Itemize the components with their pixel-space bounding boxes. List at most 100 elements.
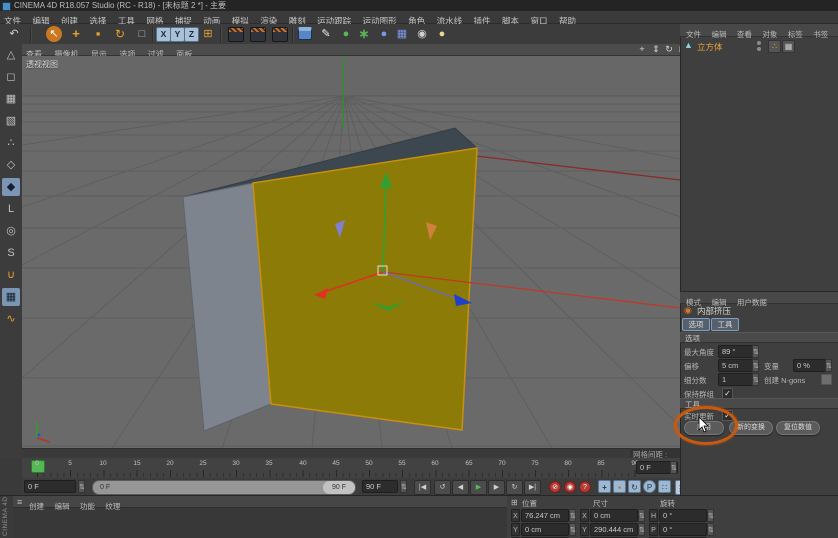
am-menu-user-data[interactable]: 用户数据 [737, 297, 767, 309]
position-x-field[interactable]: 76.247 cm [521, 509, 569, 522]
scale-tool-icon[interactable]: ▪ [90, 26, 106, 42]
uvw-tag-icon[interactable]: ▦ [782, 40, 795, 53]
size-x-field[interactable]: 0 cm [590, 509, 638, 522]
spline-pen-icon[interactable]: ✎ [318, 26, 334, 42]
goto-start-button[interactable]: |◀ [414, 480, 431, 495]
max-angle-field[interactable]: 89 ° [718, 345, 754, 358]
goto-end-button[interactable]: ▶| [524, 480, 541, 495]
variance-field[interactable]: 0 % [793, 359, 827, 372]
current-frame-field[interactable]: 0 F [24, 480, 76, 493]
coordinate-system-icon[interactable]: ⊞ [200, 26, 216, 42]
viewport-zoom-icon[interactable]: ⇕ [650, 44, 662, 55]
phong-tag-icon[interactable]: ∴ [768, 40, 781, 53]
materials-menu-texture[interactable]: 纹理 [105, 501, 120, 513]
current-frame-stepper[interactable]: ⇅ [78, 480, 85, 493]
subdivision-surface-icon[interactable]: ● [338, 26, 354, 42]
position-y-field[interactable]: 0 cm [521, 523, 569, 536]
range-end-handle[interactable]: 90 F [323, 481, 355, 494]
rotation-h-field[interactable]: 0 ° [659, 509, 707, 522]
constraint-icon[interactable]: ∿ [2, 310, 20, 328]
viewport-canvas[interactable] [22, 56, 680, 448]
points-mode-icon[interactable]: ∴ [2, 134, 20, 152]
offset-stepper[interactable]: ⇅ [752, 359, 759, 372]
size-y-field[interactable]: 290.444 cm [590, 523, 638, 536]
timeline-range-slider[interactable]: 0 F 90 F [92, 480, 356, 495]
tab-options[interactable]: 选项 [682, 318, 710, 331]
position-x-stepper[interactable]: ⇅ [569, 509, 576, 522]
viewport-pan-icon[interactable]: + [636, 44, 648, 55]
materials-menu-edit[interactable]: 编辑 [54, 501, 69, 513]
render-view-button[interactable] [228, 27, 244, 42]
array-generator-icon[interactable]: ∗ [356, 26, 372, 42]
materials-menu-create[interactable]: 创建 [29, 501, 44, 513]
tab-tool[interactable]: 工具 [711, 318, 739, 331]
visibility-dot-render[interactable] [757, 47, 761, 51]
enable-axis-icon[interactable]: L [2, 200, 20, 218]
om-menu-view[interactable]: 查看 [737, 29, 752, 41]
make-editable-icon[interactable]: △ [2, 46, 20, 64]
undo-icon[interactable]: ↶ [6, 26, 22, 42]
snap-settings-icon[interactable]: S [2, 244, 20, 262]
end-frame-stepper[interactable]: ⇅ [400, 480, 407, 493]
options-group-header[interactable]: 选项 [680, 332, 838, 343]
primitive-cube-button[interactable] [298, 27, 312, 40]
locked-workplane-icon[interactable]: ▦ [2, 288, 20, 306]
size-x-stepper[interactable]: ⇅ [638, 509, 645, 522]
subdivision-field[interactable]: 1 [718, 373, 754, 386]
om-menu-bookmarks[interactable]: 书签 [813, 29, 828, 41]
viewport-label[interactable]: 透视视图 [26, 59, 58, 70]
floor-environment-icon[interactable]: ▦ [394, 26, 410, 42]
rotate-tool-icon[interactable]: ↻ [112, 26, 128, 42]
create-ngons-checkbox[interactable] [821, 374, 832, 385]
offset-field[interactable]: 5 cm [718, 359, 754, 372]
object-name[interactable]: 立方体 [697, 41, 723, 53]
reset-values-button[interactable]: 复位数值 [776, 421, 820, 435]
om-menu-edit[interactable]: 编辑 [711, 29, 726, 41]
camera-icon[interactable]: ◉ [414, 26, 430, 42]
edges-mode-icon[interactable]: ◇ [2, 156, 20, 174]
autokeying-button[interactable]: ◉ [564, 481, 576, 493]
play-button[interactable]: ▶ [470, 480, 487, 495]
subdivision-stepper[interactable]: ⇅ [752, 373, 759, 386]
variance-stepper[interactable]: ⇅ [825, 359, 832, 372]
lock-z-axis-button[interactable]: Z [184, 27, 199, 42]
max-angle-stepper[interactable]: ⇅ [752, 345, 759, 358]
loop-button[interactable]: ↻ [506, 480, 523, 495]
visibility-dot-editor[interactable] [757, 41, 761, 45]
key-pla-toggle[interactable]: ∷ [658, 480, 671, 493]
previous-key-button[interactable]: ↺ [434, 480, 451, 495]
deformer-icon[interactable]: ● [376, 26, 392, 42]
key-rotation-toggle[interactable]: ↻ [628, 480, 641, 493]
cube-selected-front-face[interactable] [253, 148, 477, 430]
timeline-ruler[interactable]: 0 5 10 15 20 25 30 35 40 45 50 55 60 65 … [22, 458, 680, 479]
lock-y-axis-button[interactable]: Y [170, 27, 185, 42]
render-to-picture-viewer-button[interactable] [250, 27, 266, 42]
lock-x-axis-button[interactable]: X [156, 27, 171, 42]
keyframe-selection-button[interactable]: ? [579, 481, 591, 493]
texture-mode-icon[interactable]: ▦ [2, 90, 20, 108]
end-frame-field[interactable]: 90 F [362, 480, 398, 493]
model-mode-icon[interactable]: ◻ [2, 68, 20, 86]
workplane-mode-icon[interactable]: ▧ [2, 112, 20, 130]
live-selection-icon[interactable]: ↖ [46, 26, 62, 42]
next-frame-button[interactable]: ▶ [488, 480, 505, 495]
last-tool-icon[interactable]: □ [134, 26, 150, 42]
rotation-p-field[interactable]: 0 ° [659, 523, 707, 536]
light-icon[interactable]: ● [434, 26, 450, 42]
size-y-stepper[interactable]: ⇅ [638, 523, 645, 536]
position-y-stepper[interactable]: ⇅ [569, 523, 576, 536]
render-settings-button[interactable] [272, 27, 288, 42]
rotation-p-stepper[interactable]: ⇅ [707, 523, 714, 536]
materials-menu-function[interactable]: 功能 [80, 501, 95, 513]
viewport-solo-icon[interactable]: ◎ [2, 222, 20, 240]
record-active-objects-button[interactable]: ⊘ [549, 481, 561, 493]
viewport-rotate-icon[interactable]: ↻ [663, 44, 675, 55]
key-parameter-toggle[interactable]: P [643, 480, 656, 493]
previous-frame-button[interactable]: ◀ [452, 480, 469, 495]
polygons-mode-icon[interactable]: ◆ [2, 178, 20, 196]
materials-burger-icon[interactable]: ≡ [17, 496, 22, 508]
rotation-h-stepper[interactable]: ⇅ [707, 509, 714, 522]
key-position-toggle[interactable]: + [598, 480, 611, 493]
magnet-snap-icon[interactable]: ∪ [2, 266, 20, 284]
move-tool-icon[interactable]: + [68, 26, 84, 42]
